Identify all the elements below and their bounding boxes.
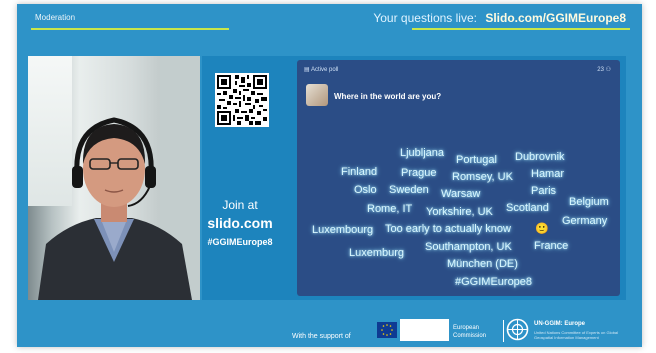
eu-flag-icon xyxy=(377,322,397,338)
poll-icon: ▤ xyxy=(304,67,312,73)
word-cloud-item: Southampton, UK xyxy=(425,241,512,253)
word-cloud-item: Oslo xyxy=(354,184,377,196)
word-cloud-item: Too early to actually know xyxy=(385,223,511,235)
word-cloud-item: Luxemburg xyxy=(349,247,405,259)
word-cloud-item: Finland xyxy=(341,166,378,178)
word-cloud-item: France xyxy=(534,240,569,252)
word-cloud-item: Luxembourg xyxy=(312,224,374,236)
word-cloud-item: München (DE) xyxy=(447,258,518,270)
active-poll-text: Active poll xyxy=(311,67,339,73)
word-cloud-item: #GGIMEurope8 xyxy=(455,276,533,288)
un-ggim-title: UN-GGIM: Europe xyxy=(534,321,585,327)
un-ggim-subtitle: United Nations Committee of Experts on G… xyxy=(534,330,619,340)
smiley-icon: 🙂 xyxy=(535,223,549,235)
speaker-video xyxy=(28,56,200,300)
moderation-label: Moderation xyxy=(35,13,76,22)
word-cloud-item: Ljubljana xyxy=(400,147,445,159)
word-cloud-item: Dubrovnik xyxy=(515,151,565,163)
word-cloud-item: Belgium xyxy=(569,196,609,208)
word-cloud-item: Sweden xyxy=(389,184,429,196)
join-hashtag: #GGIMEurope8 xyxy=(207,237,273,247)
word-cloud-item: Scotland xyxy=(506,202,549,214)
join-label: Join at xyxy=(222,198,258,212)
footer-divider xyxy=(503,320,504,342)
active-poll-label: ▤ Active poll xyxy=(304,66,338,73)
word-cloud-item: Yorkshire, UK xyxy=(426,206,493,218)
participant-count-value: 23 xyxy=(597,67,604,73)
speaker-figure xyxy=(38,117,192,300)
word-cloud-item: Rome, IT xyxy=(367,203,413,215)
word-cloud-item: Germany xyxy=(562,215,608,227)
accent-line-left xyxy=(31,28,229,30)
eu-logo-panel xyxy=(400,319,449,341)
poll-image xyxy=(306,84,328,106)
questions-banner: Your questions live: Slido.com/GGIMEurop… xyxy=(373,11,626,25)
poll-question: Where in the world are you? xyxy=(334,92,442,101)
qr-code-icon[interactable] xyxy=(215,73,269,127)
join-domain[interactable]: slido.com xyxy=(202,215,278,231)
questions-prefix: Your questions live: xyxy=(373,11,477,25)
slido-url[interactable]: Slido.com/GGIMEurope8 xyxy=(485,11,626,25)
word-cloud-item: Romsey, UK xyxy=(452,171,513,183)
participant-count: 23 ⚇ xyxy=(597,66,611,73)
word-cloud-item: Warsaw xyxy=(441,188,481,200)
european-commission-label: European Commission xyxy=(453,325,487,339)
support-label: With the support of xyxy=(292,333,351,340)
un-ggim-logo-icon xyxy=(506,318,529,341)
word-cloud-item: Paris xyxy=(531,185,557,197)
word-cloud-item: Portugal xyxy=(456,154,497,166)
stream-frame: Moderation Your questions live: Slido.co… xyxy=(17,4,642,347)
people-icon: ⚇ xyxy=(603,67,611,73)
slido-panel: Join at slido.com #GGIMEurope8 ▤ Active … xyxy=(202,56,626,300)
word-cloud-item: Prague xyxy=(401,167,437,179)
join-info: Join at slido.com #GGIMEurope8 xyxy=(202,198,278,247)
accent-line-right xyxy=(412,28,630,30)
active-poll-card: ▤ Active poll 23 ⚇ Where in the world ar… xyxy=(297,60,620,296)
word-cloud-item: Hamar xyxy=(531,168,565,180)
